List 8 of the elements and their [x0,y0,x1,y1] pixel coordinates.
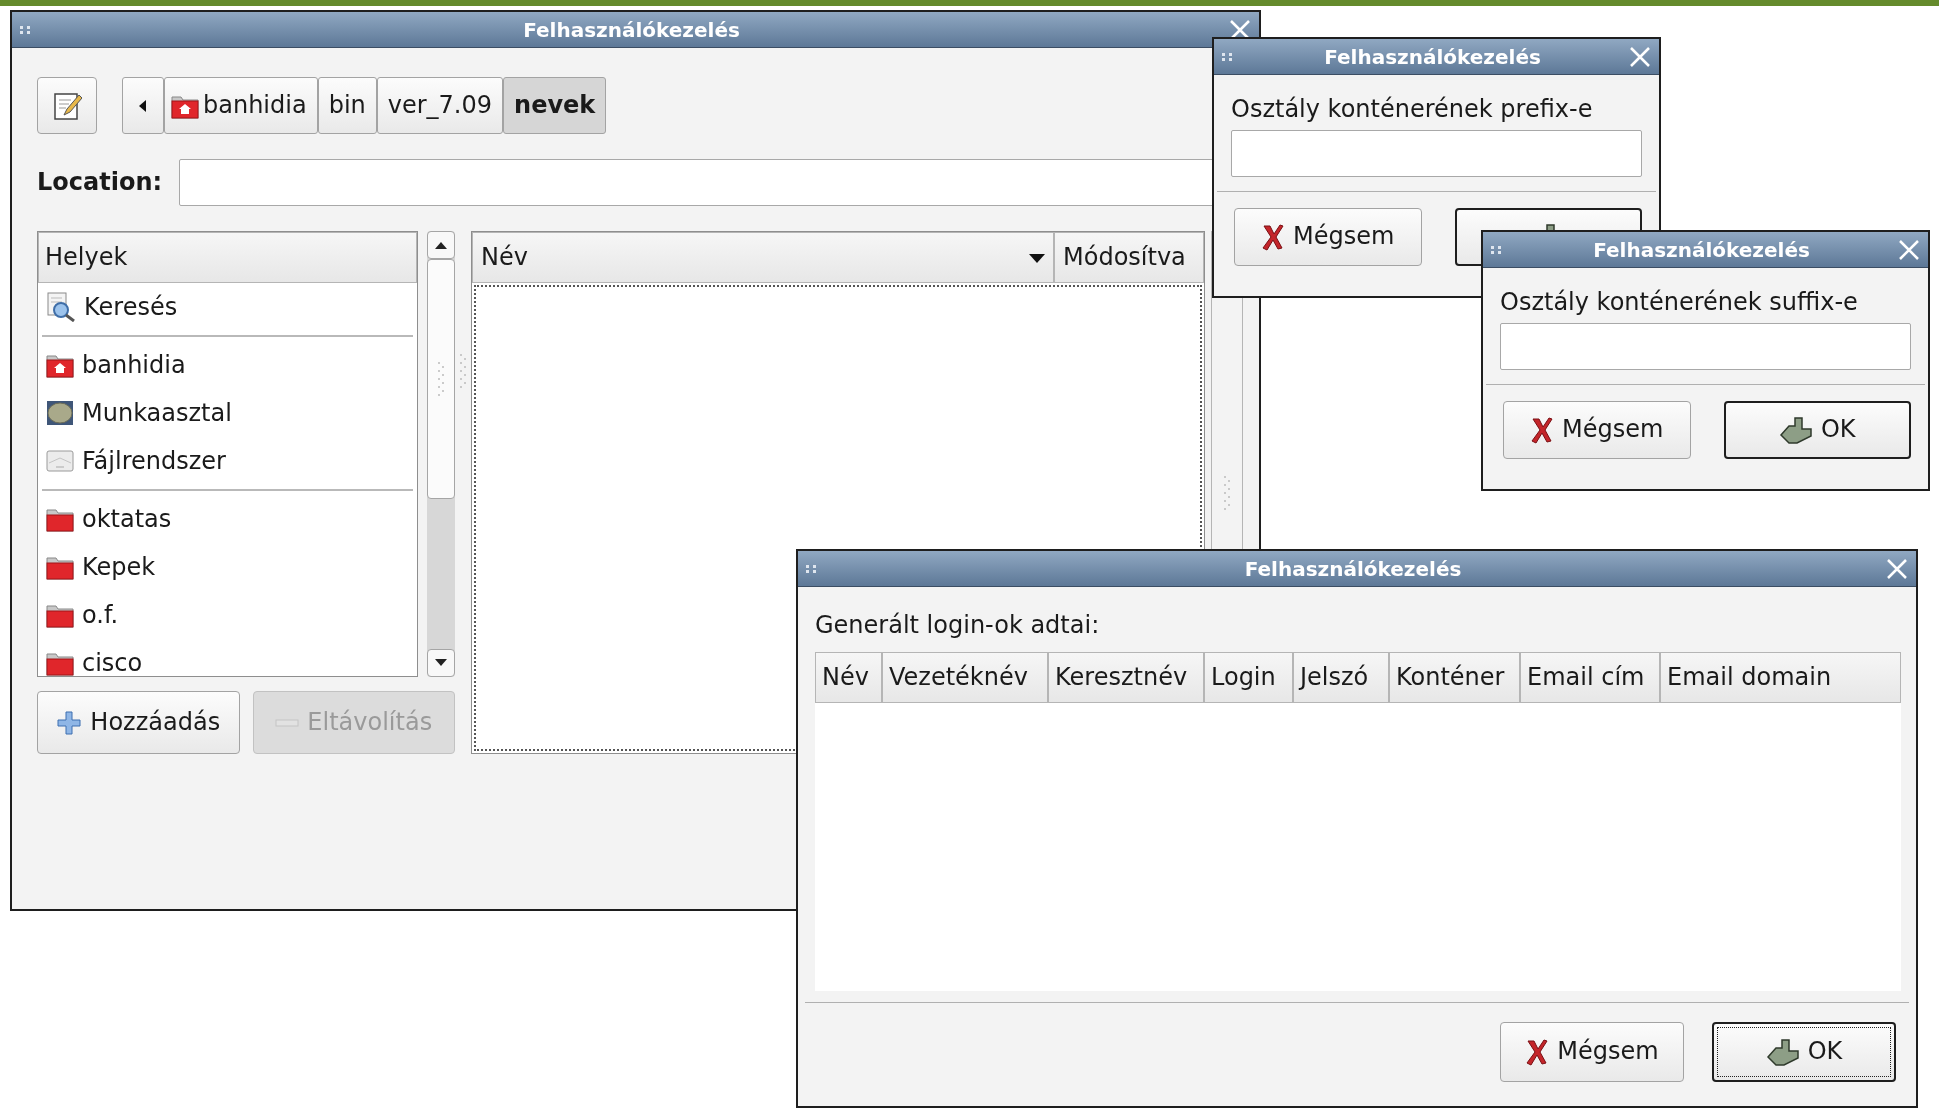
window-title: Felhasználókezelés [522,17,741,42]
prompt-label: Osztály konténerének prefix-e [1231,95,1594,124]
location-label: Location: [37,168,161,197]
caption-label: Generált login-ok adtai: [815,611,1101,640]
window-title: Felhasználókezelés [1323,44,1542,69]
window-title: Felhasználókezelés [1243,556,1463,581]
window-title: Felhasználókezelés [1592,237,1811,262]
prompt-label: Osztály konténerének suffix-e [1500,288,1859,317]
